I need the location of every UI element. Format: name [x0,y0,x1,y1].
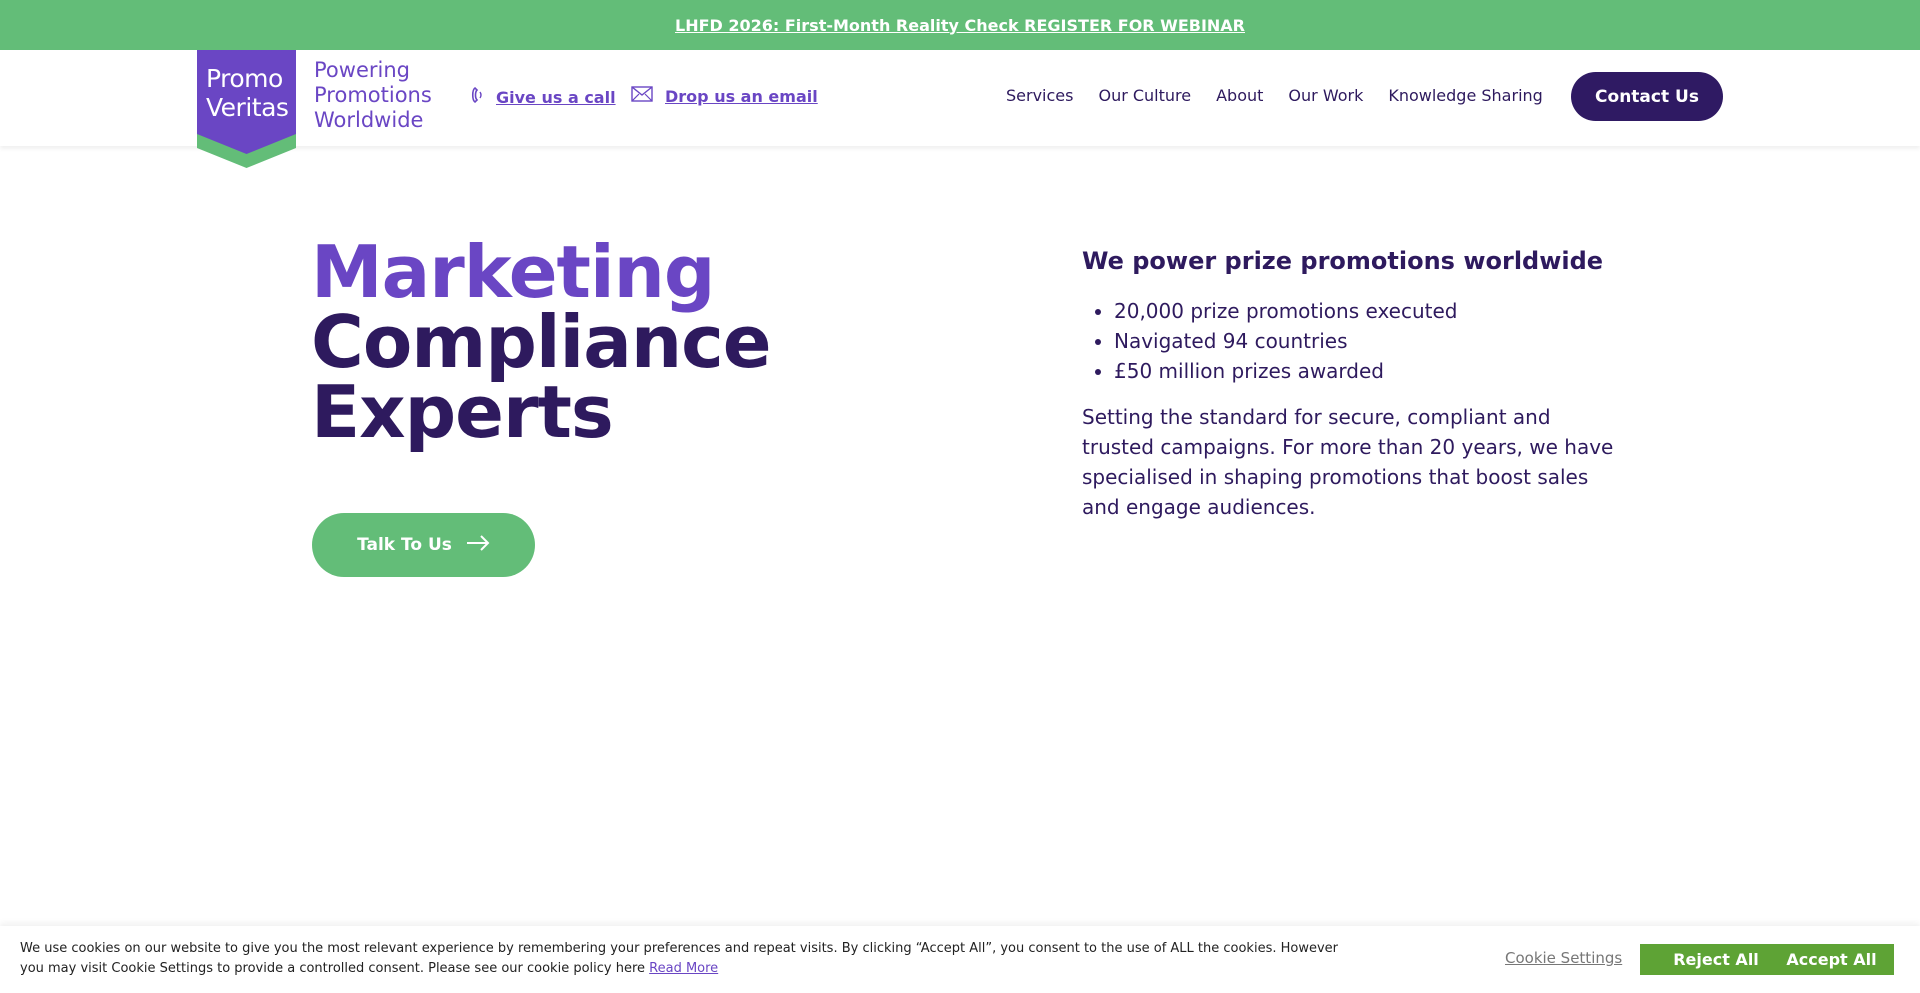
hero-paragraph: Setting the standard for secure, complia… [1082,405,1614,519]
main-nav: Services Our Culture About Our Work Know… [1006,86,1543,105]
hero-title: Marketing Compliance Experts [311,230,772,454]
call-link[interactable]: Give us a call [470,86,616,108]
nav-item-about[interactable]: About [1216,86,1263,105]
tagline-line-2: Promotions [314,83,432,107]
hero-title-line-3: Experts [311,370,614,454]
logo-text: Promo Veritas [206,64,289,122]
cookie-settings-link[interactable]: Cookie Settings [1505,949,1622,967]
email-link[interactable]: Drop us an email [631,86,818,106]
promo-veritas-logo[interactable]: Promo Veritas [197,50,296,168]
arrow-right-icon [466,534,490,556]
talk-to-us-label: Talk To Us [357,535,452,555]
nav-item-knowledge-sharing[interactable]: Knowledge Sharing [1388,86,1542,105]
call-label[interactable]: Give us a call [496,88,616,107]
phone-icon [470,86,484,108]
stats-list: 20,000 prize promotions executed Navigat… [1082,296,1622,386]
cookie-banner: We use cookies on our website to give yo… [0,926,1920,993]
hero-info: We power prize promotions worldwide 20,0… [1082,246,1622,522]
envelope-icon [631,86,653,106]
talk-to-us-button[interactable]: Talk To Us [312,513,535,577]
tagline: Powering Promotions Worldwide [314,58,432,133]
nav-item-our-culture[interactable]: Our Culture [1098,86,1191,105]
tagline-line-1: Powering [314,58,410,82]
contact-us-button[interactable]: Contact Us [1571,72,1723,121]
hero-heading: We power prize promotions worldwide [1082,247,1604,275]
logo-line-2: Veritas [206,93,289,122]
nav-item-our-work[interactable]: Our Work [1288,86,1363,105]
accept-all-button[interactable]: Accept All [1769,944,1894,975]
hero-title-line-1: Marketing [311,230,715,314]
logo-line-1: Promo [206,64,283,93]
hero-title-line-2: Compliance [311,300,772,384]
announcement-bar: LHFD 2026: First-Month Reality Check REG… [0,0,1920,50]
tagline-line-3: Worldwide [314,108,424,132]
read-more-link[interactable]: Read More [649,961,718,976]
nav-item-services[interactable]: Services [1006,86,1073,105]
cookie-text: We use cookies on our website to give yo… [20,939,1360,979]
list-item: £50 million prizes awarded [1114,356,1622,386]
list-item: 20,000 prize promotions executed [1114,296,1622,326]
announcement-link[interactable]: LHFD 2026: First-Month Reality Check REG… [675,16,1245,35]
list-item: Navigated 94 countries [1114,326,1622,356]
email-label[interactable]: Drop us an email [665,87,818,106]
